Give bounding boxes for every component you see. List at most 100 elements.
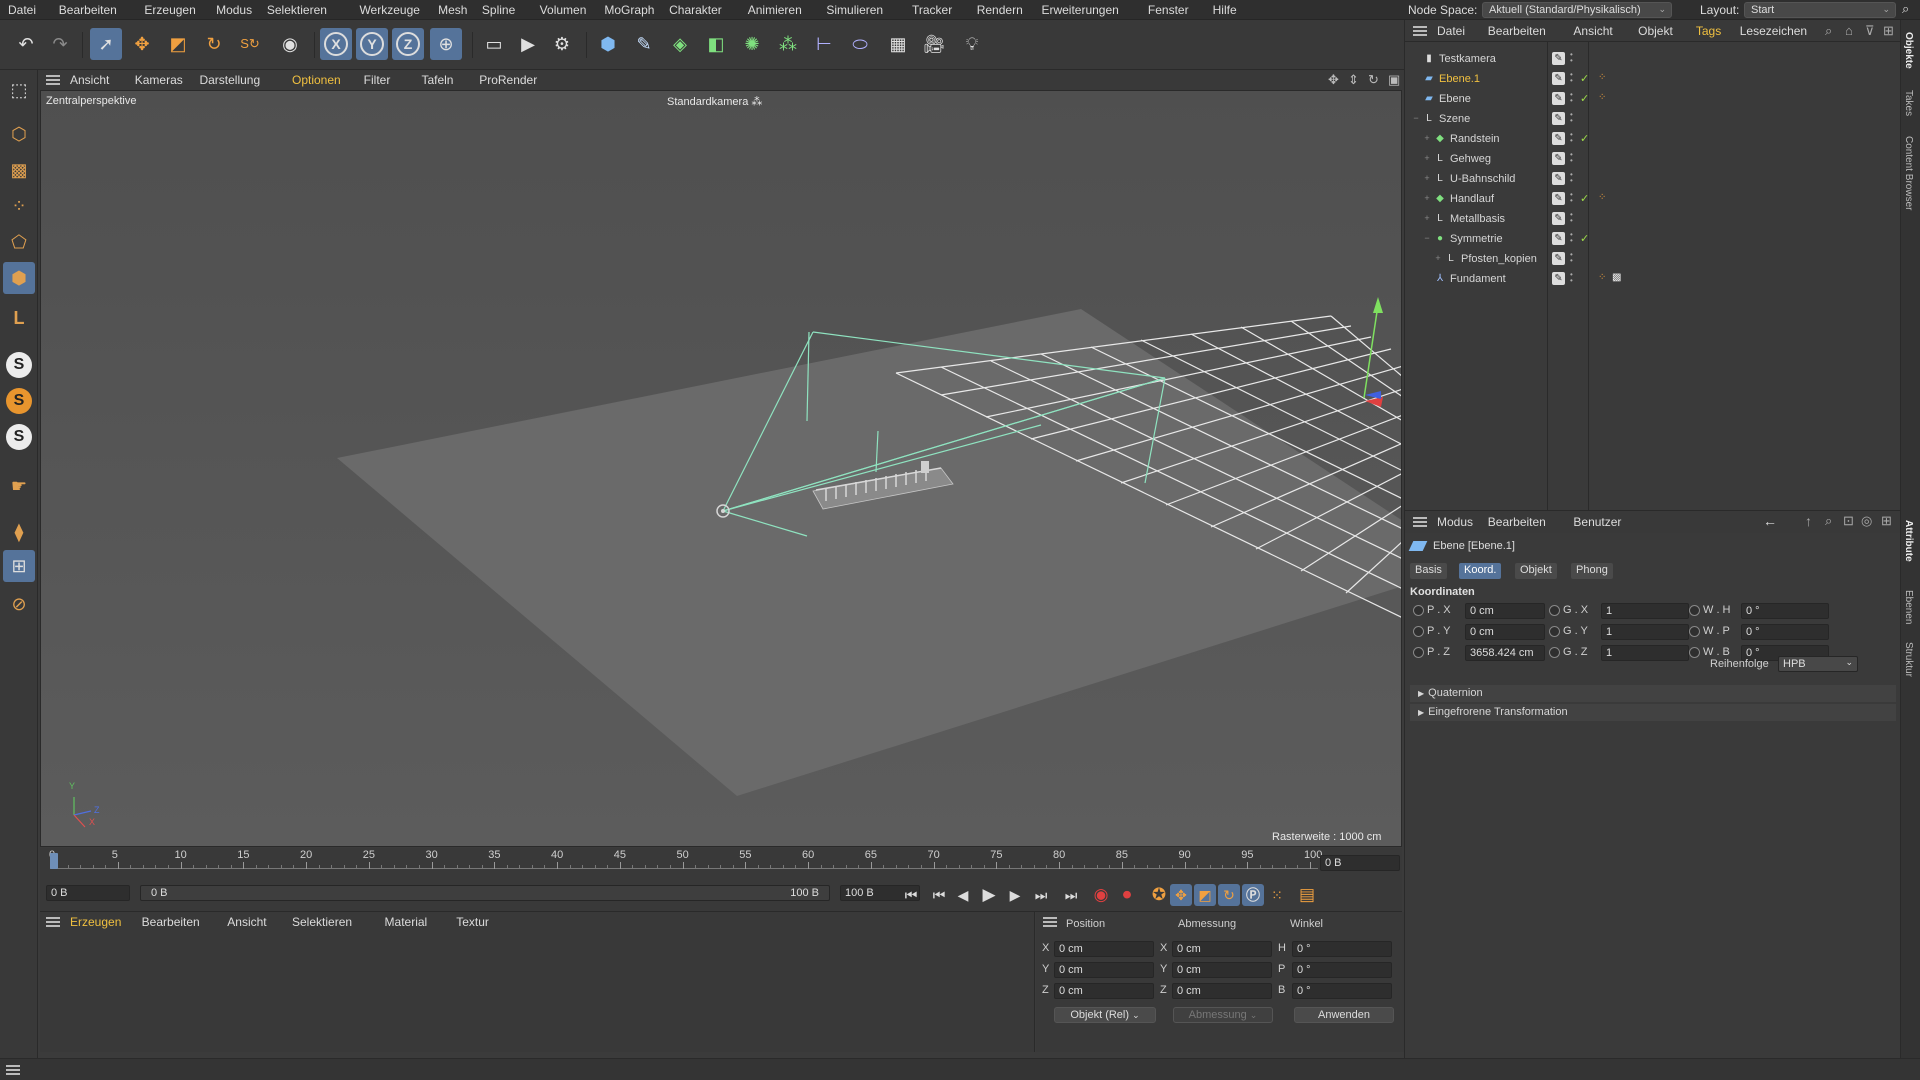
live-select-icon[interactable]: ◉ [274, 28, 306, 60]
object-name[interactable]: Symmetrie [1450, 233, 1503, 245]
attribute-p-field[interactable]: 0 cm [1465, 603, 1545, 619]
render-settings-icon[interactable]: ⚙ [546, 28, 578, 60]
object-name[interactable]: U-Bahnschild [1450, 173, 1515, 185]
expand-toggle-icon[interactable]: + [1422, 193, 1432, 203]
menu-icon[interactable] [1413, 517, 1427, 527]
keyframe-selection-icon[interactable]: ✪ [1148, 884, 1170, 906]
current-frame-field[interactable]: 0 B [1320, 855, 1400, 871]
object-menu-lesezeichen[interactable]: Lesezeichen [1740, 24, 1807, 38]
key-param-icon[interactable]: Ⓟ [1242, 884, 1264, 906]
menu-item-charakter[interactable]: Charakter [669, 3, 722, 17]
redo-icon[interactable]: ↷ [44, 28, 76, 60]
object-row[interactable]: + L Metallbasis ✎ • • [1405, 210, 1901, 230]
layout-select[interactable]: Start ⌄ [1744, 2, 1896, 18]
floor-icon[interactable]: ▦ [882, 28, 914, 60]
locked-workplane-icon[interactable]: ⊞ [3, 550, 35, 582]
menu-item-mograph[interactable]: MoGraph [604, 3, 654, 17]
search-icon[interactable]: ⌕ [1825, 513, 1832, 529]
animation-radio[interactable] [1549, 647, 1560, 658]
side-tab-ebenen[interactable]: Ebenen [1903, 590, 1914, 624]
viewport-menu-ansicht[interactable]: Ansicht [70, 73, 109, 87]
record-icon[interactable]: ◉ [1090, 884, 1112, 906]
new-panel-icon[interactable]: ⊞ [1883, 23, 1894, 39]
points-mode-icon[interactable]: ⁘ [3, 190, 35, 222]
attribute-g-field[interactable]: 1 [1601, 603, 1689, 619]
object-menu-tags[interactable]: Tags [1696, 24, 1721, 38]
attribute-w-field[interactable]: 0 ° [1741, 624, 1829, 640]
visibility-dots-icon[interactable]: • • [1570, 171, 1573, 185]
object-name[interactable]: Randstein [1450, 133, 1500, 145]
timeline-window-icon[interactable]: ▤ [1296, 884, 1318, 906]
menu-item-volumen[interactable]: Volumen [540, 3, 587, 17]
object-row[interactable]: ▰ Ebene.1 ✎ • • ✓ ⁘ [1405, 70, 1901, 90]
edit-checkbox-icon[interactable]: ✎ [1552, 172, 1565, 185]
menu-item-erweiterungen[interactable]: Erweiterungen [1041, 3, 1118, 17]
menu-icon[interactable] [6, 1065, 20, 1075]
visibility-dots-icon[interactable]: • • [1570, 91, 1573, 105]
menu-item-spline[interactable]: Spline [482, 3, 515, 17]
material-menu-material[interactable]: Material [385, 915, 428, 929]
select-icon[interactable]: ➚ [90, 28, 122, 60]
visibility-dots-icon[interactable]: • • [1570, 51, 1573, 65]
new-panel-icon[interactable]: ⊞ [1881, 513, 1892, 529]
model-mode-icon[interactable]: ⬡ [3, 118, 35, 150]
visibility-dots-icon[interactable]: • • [1570, 251, 1573, 265]
object-row[interactable]: + ◆ Handlauf ✎ • • ✓ ⁘ [1405, 190, 1901, 210]
material-menu-erzeugen[interactable]: Erzeugen [70, 915, 121, 929]
field-icon[interactable]: ⬭ [844, 28, 876, 60]
checker-tag-icon[interactable]: ▩ [1612, 272, 1621, 283]
rotate-icon[interactable]: ↻ [198, 28, 230, 60]
edit-checkbox-icon[interactable]: ✎ [1552, 252, 1565, 265]
undo-icon[interactable]: ↶ [10, 28, 42, 60]
tab-phong[interactable]: Phong [1571, 563, 1613, 579]
side-tab-struktur[interactable]: Struktur [1903, 642, 1914, 677]
orbit-icon[interactable]: ↻ [1368, 72, 1379, 88]
coord-pos-field[interactable]: 0 cm [1054, 983, 1154, 999]
expand-toggle-icon[interactable]: + [1422, 133, 1432, 143]
edit-checkbox-icon[interactable]: ✎ [1552, 52, 1565, 65]
edit-checkbox-icon[interactable]: ✎ [1552, 112, 1565, 125]
edges-mode-icon[interactable]: ⬠ [3, 226, 35, 258]
object-row[interactable]: + ◆ Randstein ✎ • • ✓ [1405, 130, 1901, 150]
visibility-dots-icon[interactable]: • • [1570, 111, 1573, 125]
visibility-dots-icon[interactable]: • • [1570, 271, 1573, 285]
target-icon[interactable]: ◎ [1861, 513, 1872, 529]
maximize-view-icon[interactable]: ▣ [1388, 72, 1400, 88]
coord-pos-field[interactable]: 0 cm [1054, 962, 1154, 978]
coord-rot-field[interactable]: 0 ° [1292, 983, 1392, 999]
viewport-menu-prorender[interactable]: ProRender [479, 73, 537, 87]
y-axis-icon[interactable]: Y [356, 28, 388, 60]
object-name[interactable]: Fundament [1450, 273, 1506, 285]
expand-toggle-icon[interactable]: + [1433, 253, 1443, 263]
coord-rot-field[interactable]: 0 ° [1292, 962, 1392, 978]
object-menu-ansicht[interactable]: Ansicht [1573, 24, 1612, 38]
menu-item-fenster[interactable]: Fenster [1148, 3, 1189, 17]
edit-checkbox-icon[interactable]: ✎ [1552, 72, 1565, 85]
object-row[interactable]: ▮ Testkamera ✎ • • [1405, 50, 1901, 70]
goto-end-icon[interactable]: ⏭︎ [1060, 884, 1082, 906]
viewport-menu-optionen[interactable]: Optionen [292, 73, 341, 87]
order-select[interactable]: HPB ⌄ [1778, 656, 1858, 672]
expand-toggle-icon[interactable]: + [1422, 153, 1432, 163]
key-position-icon[interactable]: ✥ [1170, 884, 1192, 906]
cube-icon[interactable]: ⬢ [592, 28, 624, 60]
up-arrow-icon[interactable]: ↑ [1805, 513, 1812, 529]
pen-icon[interactable]: ✎ [628, 28, 660, 60]
animation-radio[interactable] [1689, 647, 1700, 658]
coord-mode-select[interactable]: Objekt (Rel) ⌄ [1054, 1007, 1156, 1023]
object-row[interactable]: − L Szene ✎ • • [1405, 110, 1901, 130]
coord-rot-field[interactable]: 0 ° [1292, 941, 1392, 957]
key-pla-icon[interactable]: ⁙ [1266, 884, 1288, 906]
visibility-dots-icon[interactable]: • • [1570, 71, 1573, 85]
object-name[interactable]: Szene [1439, 113, 1470, 125]
menu-item-modus[interactable]: Modus [216, 3, 252, 17]
menu-item-rendern[interactable]: Rendern [977, 3, 1023, 17]
next-key-icon[interactable]: ⏭ [1030, 884, 1052, 906]
animation-radio[interactable] [1689, 626, 1700, 637]
visibility-dots-icon[interactable]: • • [1570, 191, 1573, 205]
material-manager[interactable]: Erzeugen Bearbeiten Ansicht Selektieren Mate… [40, 912, 1035, 1052]
expand-toggle-icon[interactable]: − [1422, 233, 1432, 243]
menu-item-erzeugen[interactable]: Erzeugen [144, 3, 195, 17]
menu-item-simulieren[interactable]: Simulieren [826, 3, 883, 17]
edit-checkbox-icon[interactable]: ✎ [1552, 272, 1565, 285]
